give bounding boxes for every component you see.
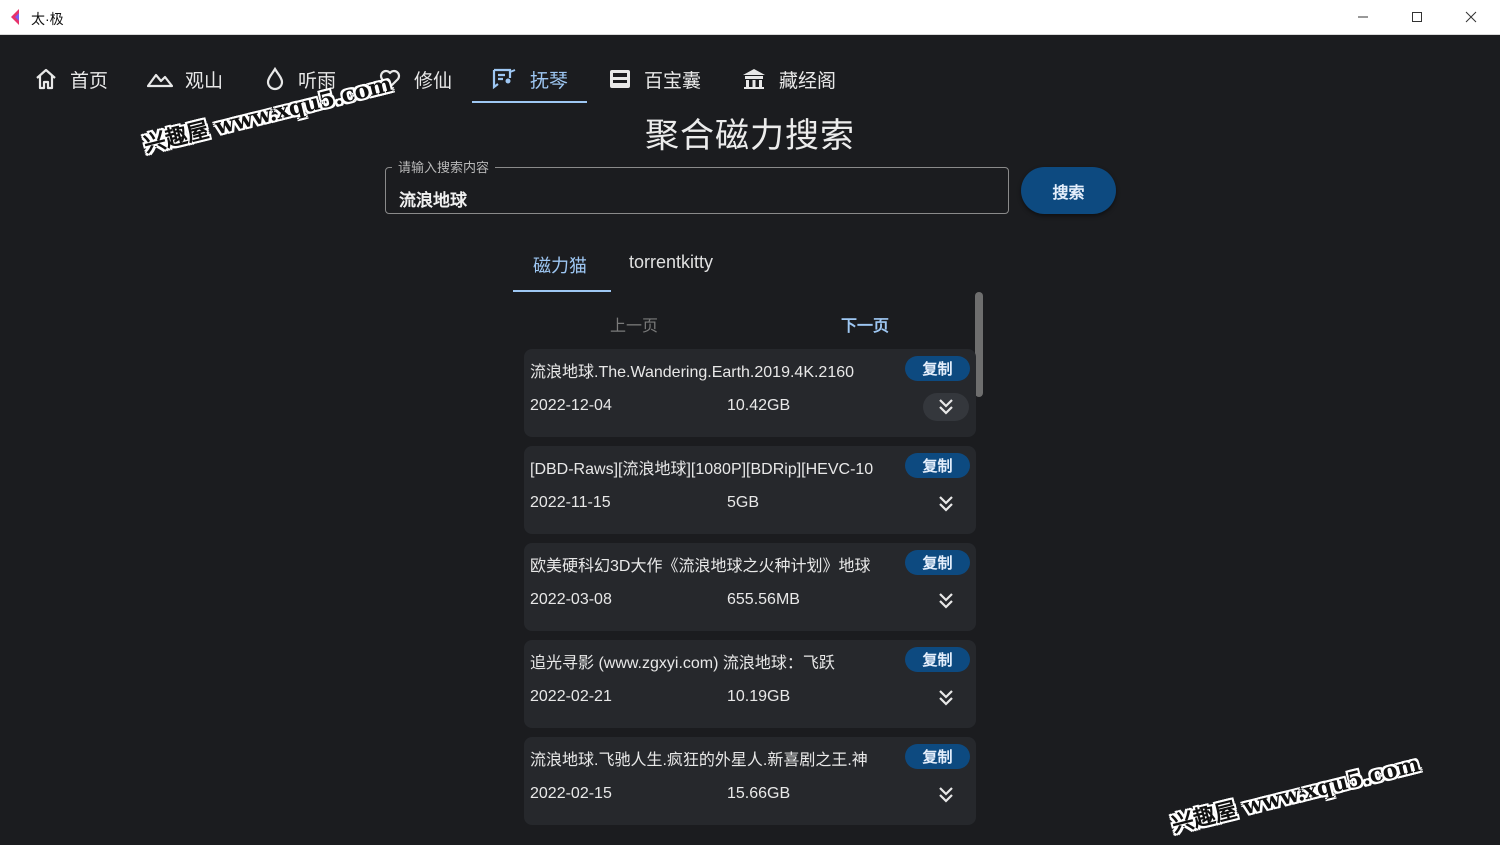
search-label: 请输入搜索内容 (392, 157, 496, 176)
search-input-value[interactable]: 流浪地球 (399, 186, 467, 211)
copy-button[interactable]: 复制 (905, 453, 970, 478)
temple-icon (743, 69, 765, 89)
double-chevron-down-icon (939, 690, 953, 706)
expand-button[interactable] (923, 490, 969, 518)
result-title: 流浪地球.飞驰人生.疯狂的外星人.新喜剧之王.神 (530, 752, 868, 769)
result-date: 2022-11-15 (530, 494, 611, 511)
double-chevron-down-icon (939, 787, 953, 803)
expand-button[interactable] (923, 393, 969, 421)
watermark: 兴趣屋 www.xqu5.com (1169, 751, 1423, 839)
copy-button[interactable]: 复制 (905, 647, 970, 672)
double-chevron-down-icon (939, 593, 953, 609)
result-title: 追光寻影 (www.zgxyi.com) 流浪地球：飞跃 (530, 655, 835, 672)
search-button[interactable]: 搜索 (1021, 167, 1116, 214)
close-button[interactable] (1448, 0, 1494, 34)
result-title: 欧美硬科幻3D大作《流浪地球之火种计划》地球 (530, 558, 871, 575)
source-tab-indicator (513, 290, 611, 292)
result-card: 流浪地球.The.Wandering.Earth.2019.4K.2160 复制… (524, 349, 976, 437)
result-size: 15.66GB (727, 785, 791, 802)
result-size: 10.42GB (727, 397, 791, 414)
result-date: 2022-02-15 (530, 785, 612, 802)
expand-button[interactable] (923, 684, 969, 712)
result-size: 5GB (727, 494, 760, 511)
copy-button[interactable]: 复制 (905, 744, 970, 769)
nav-label: 藏经阁 (779, 70, 837, 92)
result-title: 流浪地球.The.Wandering.Earth.2019.4K.2160 (530, 364, 855, 381)
drop-icon (266, 67, 284, 91)
nav-label: 抚琴 (530, 70, 569, 92)
prev-page-button[interactable]: 上一页 (610, 312, 658, 336)
home-icon (36, 68, 56, 90)
nav-item-home[interactable]: 首页 (34, 56, 108, 102)
result-list: 流浪地球.The.Wandering.Earth.2019.4K.2160 复制… (524, 349, 976, 834)
expand-button[interactable] (923, 587, 969, 615)
result-card: [DBD-Raws][流浪地球][1080P][BDRip][HEVC-10 复… (524, 446, 976, 534)
copy-button[interactable]: 复制 (905, 550, 970, 575)
app-logo-icon (11, 9, 19, 25)
nav-item-library[interactable]: 藏经阁 (741, 56, 836, 102)
mountain-icon (147, 73, 173, 88)
nav-item-treasure[interactable]: 百宝囊 (608, 56, 701, 102)
nav-label: 观山 (185, 70, 224, 92)
result-card: 追光寻影 (www.zgxyi.com) 流浪地球：飞跃 复制 2022-02-… (524, 640, 976, 728)
result-card: 流浪地球.飞驰人生.疯狂的外星人.新喜剧之王.神 复制 2022-02-15 1… (524, 737, 976, 825)
result-size: 10.19GB (727, 688, 791, 705)
window-title: 太·极 (31, 11, 64, 27)
result-date: 2022-02-21 (530, 688, 612, 705)
nav-label: 百宝囊 (644, 70, 702, 92)
maximize-icon (1412, 12, 1422, 22)
title-bar: 太·极 (0, 0, 1500, 35)
next-page-button[interactable]: 下一页 (841, 312, 889, 336)
inbox-icon (610, 70, 630, 88)
result-title: [DBD-Raws][流浪地球][1080P][BDRip][HEVC-10 (530, 461, 874, 478)
tab-cilimao[interactable]: 磁力猫 (533, 252, 587, 278)
nav-label: 修仙 (414, 70, 453, 92)
minimize-button[interactable] (1340, 0, 1386, 34)
double-chevron-down-icon (939, 399, 953, 415)
double-chevron-down-icon (939, 496, 953, 512)
minimize-icon (1358, 16, 1368, 18)
result-size: 655.56MB (727, 591, 800, 608)
nav-label: 首页 (70, 70, 109, 92)
nav-active-indicator (472, 101, 587, 103)
expand-button[interactable] (923, 781, 969, 809)
maximize-button[interactable] (1394, 0, 1440, 34)
tab-torrentkitty[interactable]: torrentkitty (629, 252, 713, 273)
nav-item-music[interactable]: 抚琴 (492, 56, 568, 102)
result-date: 2022-03-08 (530, 591, 612, 608)
result-card: 欧美硬科幻3D大作《流浪地球之火种计划》地球 复制 2022-03-08 655… (524, 543, 976, 631)
music-list-icon (492, 68, 516, 90)
result-date: 2022-12-04 (530, 397, 612, 414)
close-icon (1465, 11, 1477, 23)
nav-item-mountain[interactable]: 观山 (147, 56, 223, 102)
copy-button[interactable]: 复制 (905, 356, 970, 381)
scrollbar-thumb[interactable] (975, 292, 983, 397)
